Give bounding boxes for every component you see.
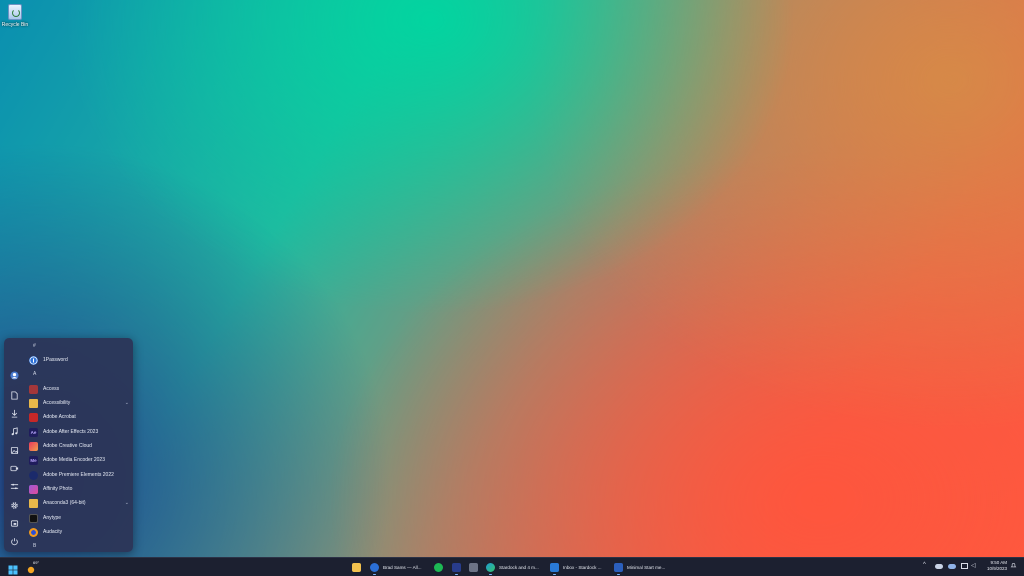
app-item-audacity[interactable]: Audacity xyxy=(29,526,129,538)
app-item-label: Adobe Media Encoder 2023 xyxy=(43,457,105,463)
app-item-creative-cloud[interactable]: Adobe Creative Cloud xyxy=(29,440,129,452)
rss-icon xyxy=(469,563,478,572)
speaker-icon[interactable]: ◁ xyxy=(971,562,976,569)
edge-icon xyxy=(486,563,495,572)
app-item-label: Adobe Acrobat xyxy=(43,414,76,420)
app-item-label: Adobe Creative Cloud xyxy=(43,443,92,449)
word-icon xyxy=(614,563,623,572)
cloud-icon[interactable] xyxy=(948,564,956,569)
1password-icon xyxy=(29,355,38,365)
chevron-up-icon[interactable]: ^ xyxy=(923,562,926,568)
spotify-icon xyxy=(434,563,443,572)
taskbar-edge[interactable]: Stardock and 4 m... xyxy=(486,561,539,575)
app-item-label: Access xyxy=(43,386,60,392)
1password-icon xyxy=(370,563,379,572)
file-explorer-icon xyxy=(352,563,361,572)
app-item-label: Anytype xyxy=(43,515,62,521)
recycle-bin-icon xyxy=(8,4,22,20)
video-icon[interactable] xyxy=(9,464,19,474)
after-effects-icon: Ae xyxy=(29,427,38,437)
recycle-bin-desktop-icon[interactable]: Recycle Bin xyxy=(2,2,28,32)
running-indicator xyxy=(373,574,376,575)
start-menu: # 1Password A Access Accessibility ⌄ Ado… xyxy=(4,338,133,552)
running-indicator xyxy=(489,574,492,575)
section-header-b[interactable]: B xyxy=(33,543,36,549)
music-icon[interactable] xyxy=(9,427,19,437)
clock[interactable]: 9:50 AM 10/9/2023 xyxy=(987,560,1007,572)
taskbar-1password[interactable]: Brad Sams — All... xyxy=(370,561,422,575)
weather-widget[interactable]: 69° xyxy=(26,560,40,574)
app-item-affinity-photo[interactable]: Affinity Photo xyxy=(29,483,129,495)
app-item-label: Affinity Photo xyxy=(43,486,73,492)
folder-icon xyxy=(29,398,38,408)
recycle-bin-label: Recycle Bin xyxy=(1,22,29,28)
access-icon xyxy=(29,384,38,394)
document-icon[interactable] xyxy=(9,391,19,401)
app-item-label: Adobe Premiere Elements 2022 xyxy=(43,472,114,478)
clock-date: 10/9/2023 xyxy=(986,566,1007,571)
power-icon[interactable] xyxy=(9,537,19,547)
folder-icon xyxy=(29,498,38,508)
taskbar-app-label: Brad Sams — All... xyxy=(383,565,422,570)
notification-bell-icon[interactable] xyxy=(1010,562,1017,571)
app-item-label: 1Password xyxy=(43,357,68,363)
app-item-media-encoder[interactable]: Me Adobe Media Encoder 2023 xyxy=(29,454,129,466)
network-icon[interactable] xyxy=(961,563,968,569)
app-item-1password[interactable]: 1Password xyxy=(29,354,129,366)
onedrive-icon[interactable] xyxy=(935,564,943,569)
media-encoder-icon: Me xyxy=(29,455,38,465)
running-indicator xyxy=(617,574,620,575)
app-item-label: Accessibility xyxy=(43,400,71,406)
taskbar-rss[interactable] xyxy=(469,561,482,574)
app-item-anytype[interactable]: Anytype xyxy=(29,512,129,524)
taskbar-word[interactable]: Minimal Start me... xyxy=(614,561,666,575)
creative-cloud-icon xyxy=(29,441,38,451)
picture-icon[interactable] xyxy=(9,446,19,456)
taskbar-mail[interactable]: Inbox - Stardock ... xyxy=(550,561,602,575)
taskbar-file-explorer[interactable] xyxy=(352,561,365,574)
mail-icon xyxy=(550,563,559,572)
app-item-adobe-acrobat[interactable]: Adobe Acrobat xyxy=(29,411,129,423)
app-item-label: Anaconda3 (64-bit) xyxy=(43,500,86,506)
taskbar-app-label: Minimal Start me... xyxy=(627,565,666,570)
app-item-premiere-elements[interactable]: Adobe Premiere Elements 2022 xyxy=(29,469,129,481)
windows-start-icon[interactable] xyxy=(8,562,18,575)
running-indicator xyxy=(455,574,458,575)
section-header-a[interactable]: A xyxy=(33,371,36,377)
chevron-down-icon[interactable]: ⌄ xyxy=(125,500,129,506)
running-indicator xyxy=(553,574,556,575)
settings-sliders-icon[interactable] xyxy=(9,482,19,492)
affinity-photo-icon xyxy=(29,484,38,494)
file-explorer-icon[interactable] xyxy=(9,519,19,529)
gear-icon[interactable] xyxy=(9,501,19,511)
start-menu-rail xyxy=(4,338,24,552)
taskbar-app-label: Stardock and 4 m... xyxy=(499,565,539,570)
app-item-label: Audacity xyxy=(43,529,63,535)
weather-temp: 69° xyxy=(33,560,40,565)
taskbar-app-label: Inbox - Stardock ... xyxy=(563,565,602,570)
premiere-elements-icon xyxy=(29,470,38,480)
taskbar-spotify[interactable] xyxy=(434,561,447,574)
taskbar: 69° Brad Sams — All... Stardock and 4 m.… xyxy=(0,557,1024,576)
app-folder-anaconda[interactable]: Anaconda3 (64-bit) ⌄ xyxy=(29,497,129,509)
app-item-label: Adobe After Effects 2023 xyxy=(43,429,99,435)
acrobat-icon xyxy=(29,412,38,422)
app-folder-accessibility[interactable]: Accessibility ⌄ xyxy=(29,397,129,409)
user-avatar-icon[interactable] xyxy=(9,371,19,381)
anytype-icon xyxy=(29,513,38,523)
app-item-after-effects[interactable]: Ae Adobe After Effects 2023 xyxy=(29,426,129,438)
weather-sun-icon xyxy=(27,566,35,574)
audacity-icon xyxy=(29,527,38,537)
section-header-hash[interactable]: # xyxy=(33,343,36,349)
download-icon[interactable] xyxy=(9,409,19,419)
dark-app-icon xyxy=(452,563,461,572)
app-list: # 1Password A Access Accessibility ⌄ Ado… xyxy=(24,338,133,552)
taskbar-dark-app[interactable] xyxy=(452,561,465,575)
chevron-down-icon[interactable]: ⌄ xyxy=(125,400,129,406)
app-item-access[interactable]: Access xyxy=(29,383,129,395)
